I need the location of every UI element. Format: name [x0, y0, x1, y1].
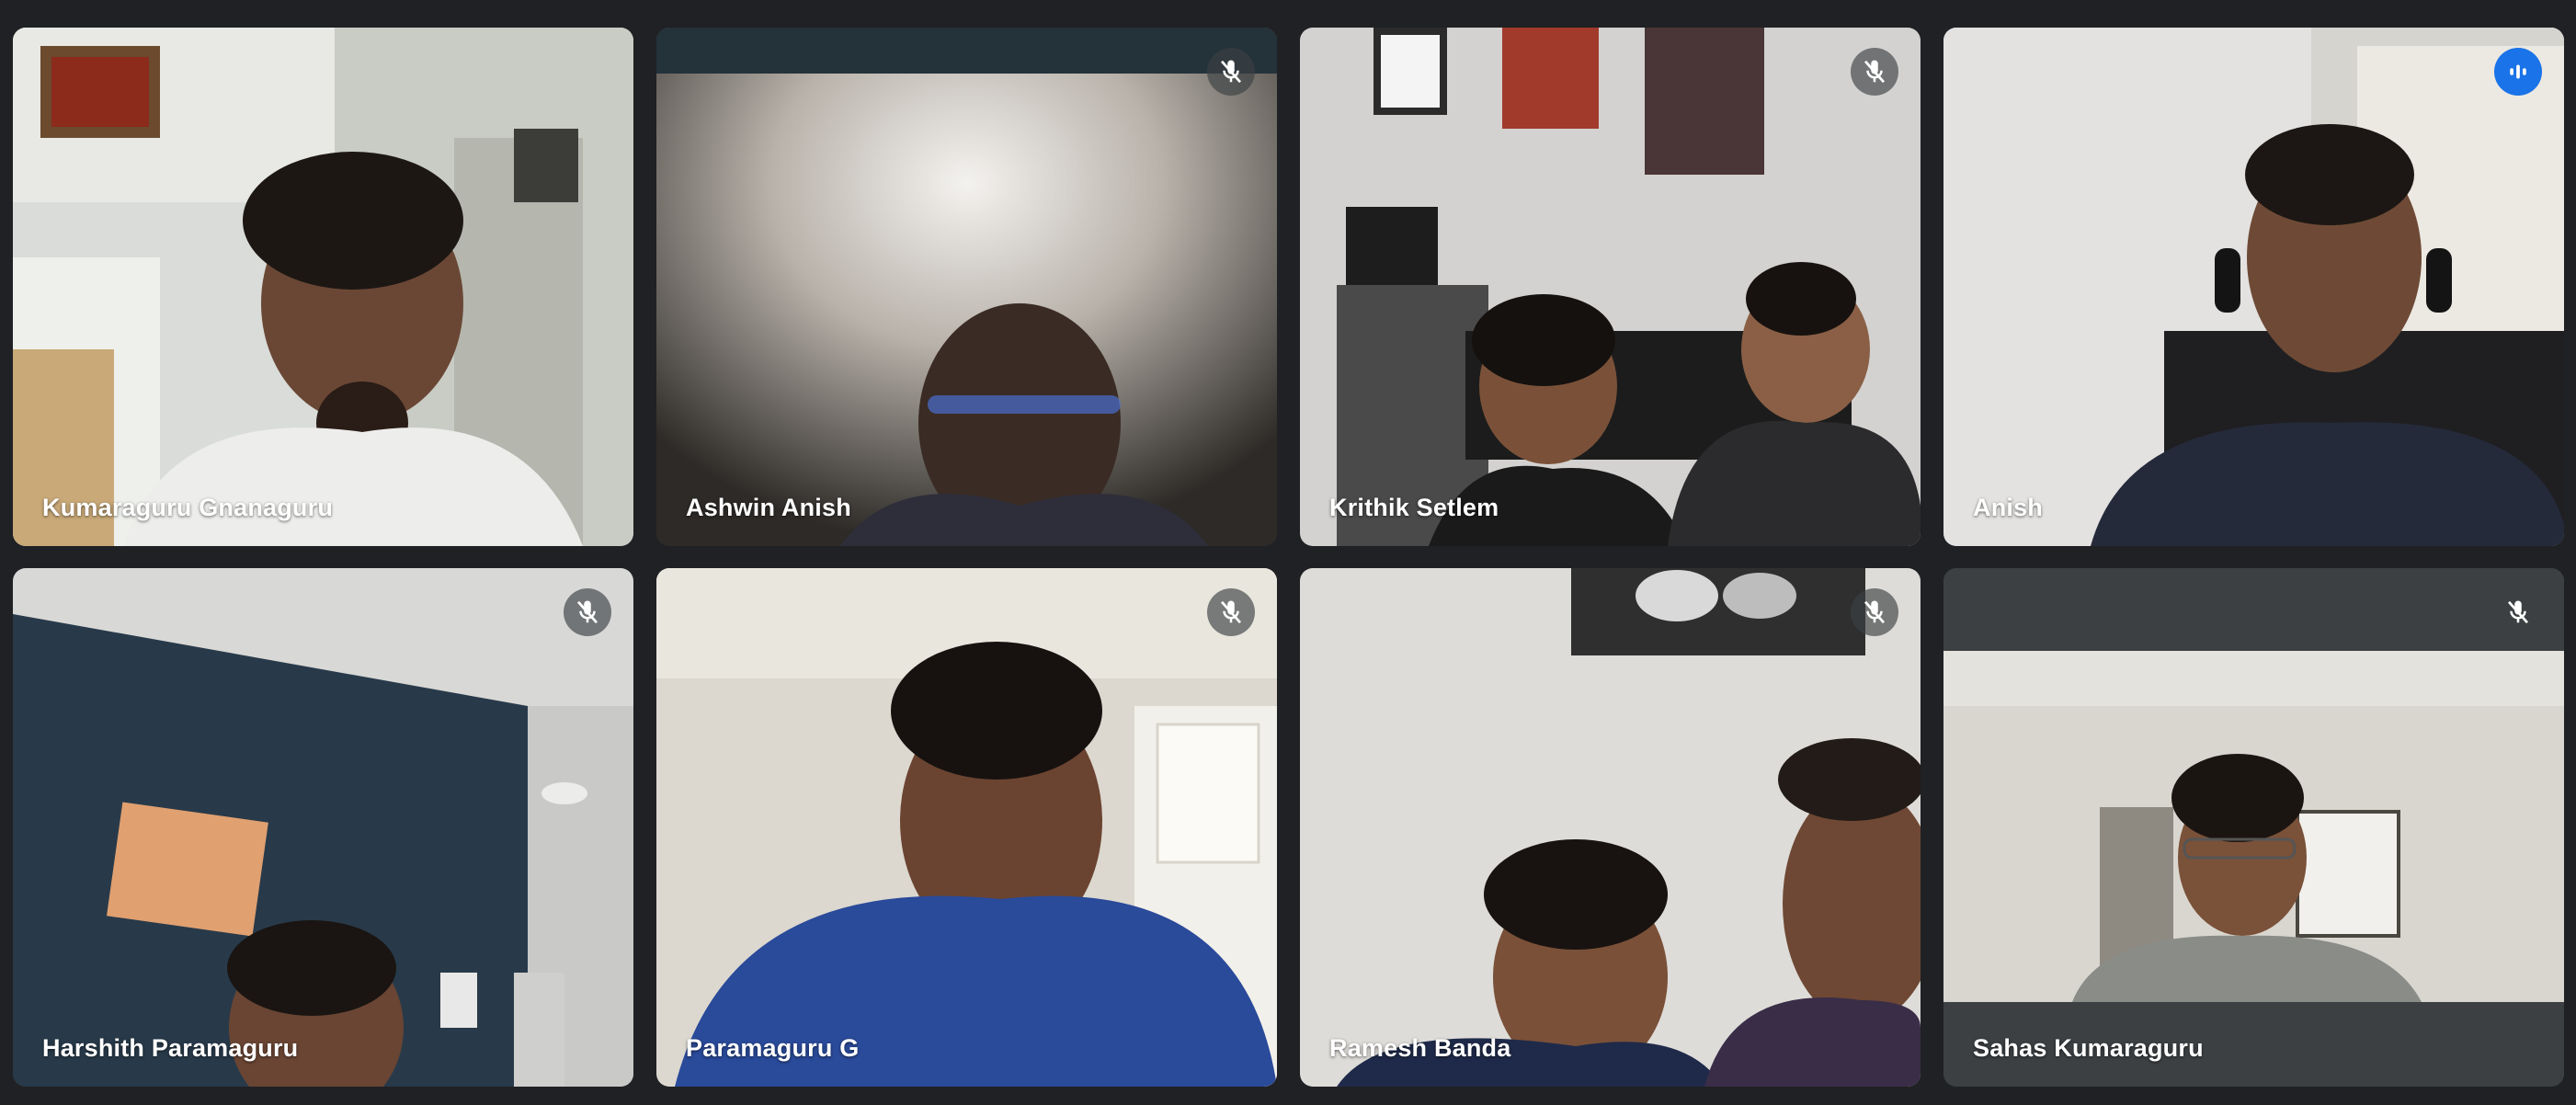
participant-tile-ramesh-banda[interactable]: Ramesh Banda — [1300, 568, 1921, 1087]
participant-name: Ashwin Anish — [686, 494, 851, 521]
mic-off-icon — [1851, 588, 1898, 636]
video-feed — [1943, 568, 2564, 1087]
participant-tile-sahas-kumaraguru[interactable]: Sahas Kumaraguru — [1943, 568, 2564, 1087]
participant-name: Ramesh Banda — [1329, 1034, 1511, 1062]
participant-tile-paramaguru-g[interactable]: Paramaguru G — [656, 568, 1277, 1087]
video-feed — [656, 568, 1277, 1087]
mic-off-icon — [1207, 588, 1255, 636]
audio-level-icon — [2494, 48, 2542, 96]
participant-tile-harshith-paramaguru[interactable]: Harshith Paramaguru — [13, 568, 633, 1087]
participant-name: Sahas Kumaraguru — [1973, 1034, 2204, 1062]
participant-name: Harshith Paramaguru — [42, 1034, 299, 1062]
mic-off-icon — [2494, 588, 2542, 636]
video-feed — [1300, 28, 1921, 546]
participant-name: Krithik Setlem — [1329, 494, 1499, 521]
participant-name: Anish — [1973, 494, 2044, 521]
video-feed — [1943, 28, 2564, 546]
video-feed — [1300, 568, 1921, 1087]
participant-tile-kumaraguru-gnanaguru[interactable]: Kumaraguru Gnanaguru — [13, 28, 633, 546]
participant-tile-anish[interactable]: Anish — [1943, 28, 2564, 546]
mic-off-icon — [564, 588, 611, 636]
participant-tile-krithik-setlem[interactable]: Krithik Setlem — [1300, 28, 1921, 546]
video-grid: Kumaraguru Gnanaguru Ashwin Anish Krithi… — [13, 28, 2564, 1087]
video-feed — [13, 568, 633, 1087]
participant-name: Kumaraguru Gnanaguru — [42, 494, 334, 521]
participant-name: Paramaguru G — [686, 1034, 860, 1062]
participant-tile-ashwin-anish[interactable]: Ashwin Anish — [656, 28, 1277, 546]
video-feed — [656, 28, 1277, 546]
video-feed — [13, 28, 633, 546]
mic-off-icon — [1851, 48, 1898, 96]
mic-off-icon — [1207, 48, 1255, 96]
